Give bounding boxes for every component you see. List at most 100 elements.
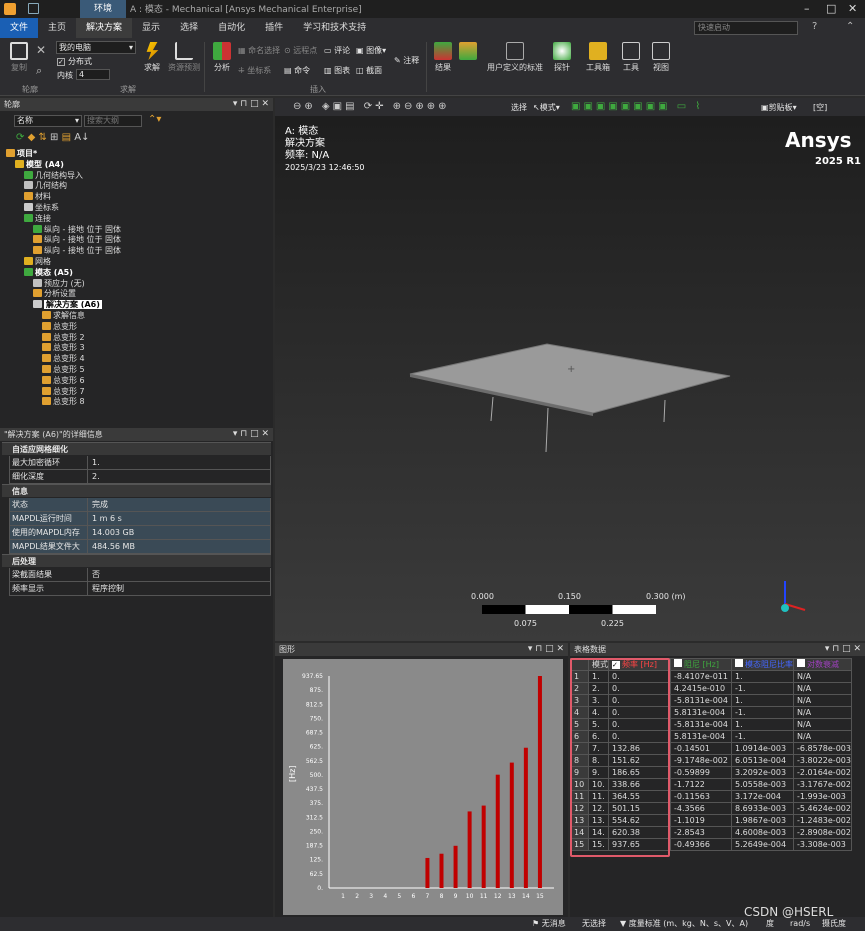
results-2-button[interactable]: [458, 42, 478, 62]
mode-select[interactable]: ↖模式▾: [533, 102, 560, 113]
tree-item[interactable]: 分析设置: [33, 288, 76, 299]
tree-item[interactable]: 总变形: [42, 321, 77, 332]
tree-item[interactable]: 模型 (A4): [15, 159, 64, 170]
tree-item[interactable]: 预应力 (无): [33, 278, 85, 289]
rad-unit[interactable]: rad/s: [790, 917, 810, 931]
tree-item[interactable]: 求解信息: [42, 310, 85, 321]
outline-search-input[interactable]: 搜索大纲: [84, 115, 142, 127]
tree-item[interactable]: 材料: [24, 191, 51, 202]
distributed-checkbox[interactable]: ✓ 分布式: [57, 56, 92, 67]
remote-point-button[interactable]: ⊙ 远程点: [284, 45, 317, 56]
minimize-icon[interactable]: –: [804, 2, 810, 15]
tree-item[interactable]: 网格: [24, 256, 51, 267]
tools-button[interactable]: 工具: [620, 42, 642, 73]
menu-learning[interactable]: 学习和技术支持: [293, 18, 376, 38]
named-selection-button[interactable]: ▦ 命名选择: [238, 45, 280, 56]
menu-plugins[interactable]: 插件: [255, 18, 293, 38]
close-icon[interactable]: ✕: [848, 2, 857, 15]
tree-item[interactable]: 总变形 4: [42, 353, 85, 364]
details-row[interactable]: MAPDL结果文件大小 484.56 MB: [9, 540, 271, 565]
results-button[interactable]: 结果: [432, 42, 454, 73]
column-checkbox[interactable]: [674, 659, 682, 667]
copy-button[interactable]: 复制: [6, 42, 32, 73]
maximize-icon[interactable]: □: [826, 2, 836, 15]
analysis-button[interactable]: 分析: [210, 42, 234, 73]
menu-file[interactable]: 文件: [0, 18, 39, 38]
table-column-header[interactable]: 阻尼 [Hz]: [670, 658, 732, 671]
coord-system-button[interactable]: ⁜ 坐标系: [238, 65, 271, 76]
temp-unit[interactable]: 摄氏度: [822, 917, 846, 931]
resource-prediction-button[interactable]: 资源预测: [168, 42, 200, 73]
clipboard-button[interactable]: ▣剪贴板▾: [761, 102, 797, 113]
machine-select[interactable]: 我的电脑 ▾: [56, 41, 136, 54]
messages-status[interactable]: ⚑ 无消息: [532, 917, 566, 931]
tree-item[interactable]: 总变形 3: [42, 342, 85, 353]
details-row[interactable]: 最大加密循环 1.: [9, 456, 271, 470]
tree-item[interactable]: 模态 (A5): [24, 267, 73, 278]
tree-item[interactable]: 纵向 - 接地 位于 固体: [33, 224, 121, 235]
tree-item[interactable]: 纵向 - 接地 位于 固体: [33, 245, 121, 256]
details-section-header[interactable]: 后处理: [2, 554, 271, 567]
refresh-icon[interactable]: ⟳: [16, 132, 24, 143]
tree-item[interactable]: 总变形 6: [42, 375, 85, 386]
column-checkbox[interactable]: [797, 659, 805, 667]
tree-item[interactable]: 几何结构: [24, 180, 67, 191]
tree-item[interactable]: 纵向 - 接地 位于 固体: [33, 234, 121, 245]
details-row[interactable]: 使用的MAPDL内存 14.003 GB: [9, 526, 271, 540]
expand-icon[interactable]: ⊞: [50, 132, 58, 143]
image-button[interactable]: ▣ 图像▾: [356, 45, 386, 56]
cores-input[interactable]: 4: [76, 69, 110, 80]
tag-icon[interactable]: ◆: [28, 132, 36, 143]
column-checkbox[interactable]: [735, 659, 743, 667]
tree-item[interactable]: 项目*: [6, 148, 37, 159]
menu-automation[interactable]: 自动化: [208, 18, 255, 38]
menu-home[interactable]: 主页: [38, 18, 76, 38]
view-button[interactable]: 视图: [650, 42, 672, 73]
table-column-header[interactable]: 对数衰减: [793, 658, 852, 671]
collapse-ribbon-icon[interactable]: ⌃: [846, 21, 854, 32]
menu-select[interactable]: 选择: [170, 18, 208, 38]
tree-item[interactable]: 总变形 2: [42, 332, 85, 343]
panel-controls-icon[interactable]: ▾ ⊓ □ ✕: [825, 643, 861, 656]
sort-icon[interactable]: ⇅: [38, 132, 46, 143]
details-section-header[interactable]: 自适应网格细化: [2, 442, 271, 455]
details-row[interactable]: 频率显示 程序控制: [9, 582, 271, 596]
3d-viewport[interactable]: A: 模态 解决方案 频率: N/A 2025/3/23 12:46:50 An…: [275, 116, 865, 641]
panel-controls-icon[interactable]: ▾ ⊓ □ ✕: [528, 643, 564, 656]
tree-item[interactable]: 总变形 5: [42, 364, 85, 375]
probe-button[interactable]: 探针: [550, 42, 574, 73]
annotation-button[interactable]: ✎ 注释: [394, 55, 419, 66]
solve-button[interactable]: 求解: [140, 42, 164, 73]
chart-button[interactable]: ▥ 图表: [324, 65, 350, 76]
user-defined-result-button[interactable]: 用户定义的标准: [486, 42, 544, 73]
details-row[interactable]: 状态 完成: [9, 498, 271, 512]
save-icon[interactable]: [28, 3, 39, 14]
tree-item[interactable]: 连接: [24, 213, 51, 224]
menu-solution[interactable]: 解决方案: [76, 18, 133, 38]
find-icon[interactable]: ⌕: [36, 64, 42, 78]
toolbox-button[interactable]: 工具箱: [584, 42, 612, 73]
details-row[interactable]: MAPDL运行时间 1 m 6 s: [9, 512, 271, 526]
search-options-icon[interactable]: ⌃▾: [148, 114, 161, 125]
details-section-header[interactable]: 信息: [2, 484, 271, 497]
tree-item[interactable]: 解决方案 (A6): [33, 299, 102, 310]
folder-icon[interactable]: ▤: [62, 132, 71, 143]
panel-controls-icon[interactable]: ▾ ⊓ □ ✕: [233, 98, 269, 111]
table-column-header[interactable]: 模态阻尼比率: [731, 658, 794, 671]
section-button[interactable]: ◫ 截面: [356, 65, 382, 76]
command-button[interactable]: ▤ 命令: [284, 65, 310, 76]
angle-unit[interactable]: 度: [766, 917, 774, 931]
units-status[interactable]: ▼ 度量标准 (m、kg、N、s、V、A): [620, 917, 748, 931]
filter-type-select[interactable]: 名称 ▾: [14, 115, 82, 127]
delete-icon[interactable]: ✕: [36, 43, 46, 57]
menu-display[interactable]: 显示: [132, 18, 170, 38]
sort-alpha-icon[interactable]: A↓: [74, 132, 89, 143]
help-icon[interactable]: ?: [812, 21, 817, 32]
tree-item[interactable]: 总变形 7: [42, 386, 85, 397]
details-row[interactable]: 细化深度 2.: [9, 470, 271, 484]
comment-button[interactable]: ▭ 评论: [324, 45, 350, 56]
tree-item[interactable]: 总变形 8: [42, 396, 85, 407]
selection-filters-icon[interactable]: ▣▣▣▣▣▣▣▣ ▭ ⌇: [571, 101, 703, 112]
details-row[interactable]: 梁截面结果否: [9, 568, 271, 582]
zoom-tools-icon[interactable]: ⊖⊕ ◈▣▤ ⟳✛ ⊕⊖⊕⊕⊕: [293, 101, 450, 112]
